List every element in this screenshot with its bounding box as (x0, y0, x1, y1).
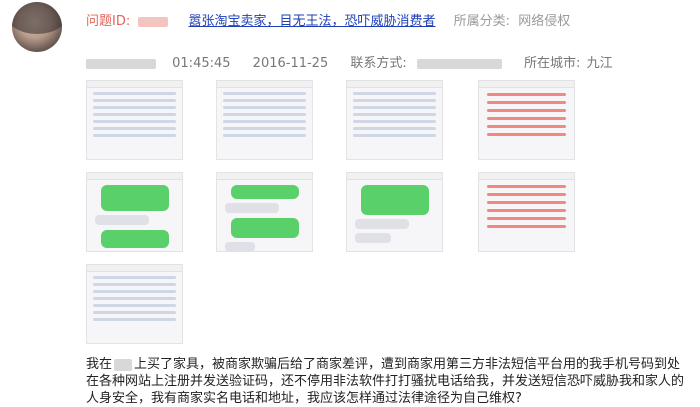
contact-label: 联系方式: (350, 56, 407, 71)
gallery-image[interactable] (216, 172, 313, 252)
meta-time: 01:45:45 (172, 56, 231, 71)
city-value: 九江 (586, 56, 613, 71)
gallery-image[interactable] (478, 80, 575, 160)
category-label: 所属分类: (453, 14, 511, 29)
contact-value-redacted (416, 58, 502, 69)
question-body: 我在 上买了家具，被商家欺骗后给了商家差评，遭到商家用第三方非法短信平台用的我手机… (86, 356, 686, 407)
platform-redacted (114, 358, 133, 371)
user-avatar[interactable] (12, 2, 62, 52)
gallery-image[interactable] (86, 264, 183, 344)
screenshot-gallery (86, 80, 646, 344)
question-body-text: 上买了家具，被商家欺骗后给了商家差评，遭到商家用第三方非法短信平台用的我手机号码… (86, 357, 685, 406)
gallery-image[interactable] (478, 172, 575, 252)
gallery-image[interactable] (216, 80, 313, 160)
question-body-prefix: 我在 (86, 357, 113, 372)
category-value: 网络侵权 (518, 14, 571, 29)
gallery-image[interactable] (346, 80, 443, 160)
gallery-image[interactable] (346, 172, 443, 252)
question-header: 问题ID: 嚣张淘宝卖家，目无王法，恐吓威胁消费者 所属分类: 网络侵权 (86, 10, 570, 29)
meta-date: 2016-11-25 (252, 56, 329, 71)
gallery-image[interactable] (86, 172, 183, 252)
meta-redacted (86, 58, 156, 69)
question-title-link[interactable]: 嚣张淘宝卖家，目无王法，恐吓威胁消费者 (189, 14, 436, 29)
question-id-value-redacted (138, 16, 169, 27)
city-label: 所在城市: (524, 56, 581, 71)
gallery-image[interactable] (86, 80, 183, 160)
question-meta: 01:45:45 2016-11-25 联系方式: 所在城市: 九江 (86, 52, 631, 71)
question-id-label: 问题ID: (86, 14, 131, 29)
